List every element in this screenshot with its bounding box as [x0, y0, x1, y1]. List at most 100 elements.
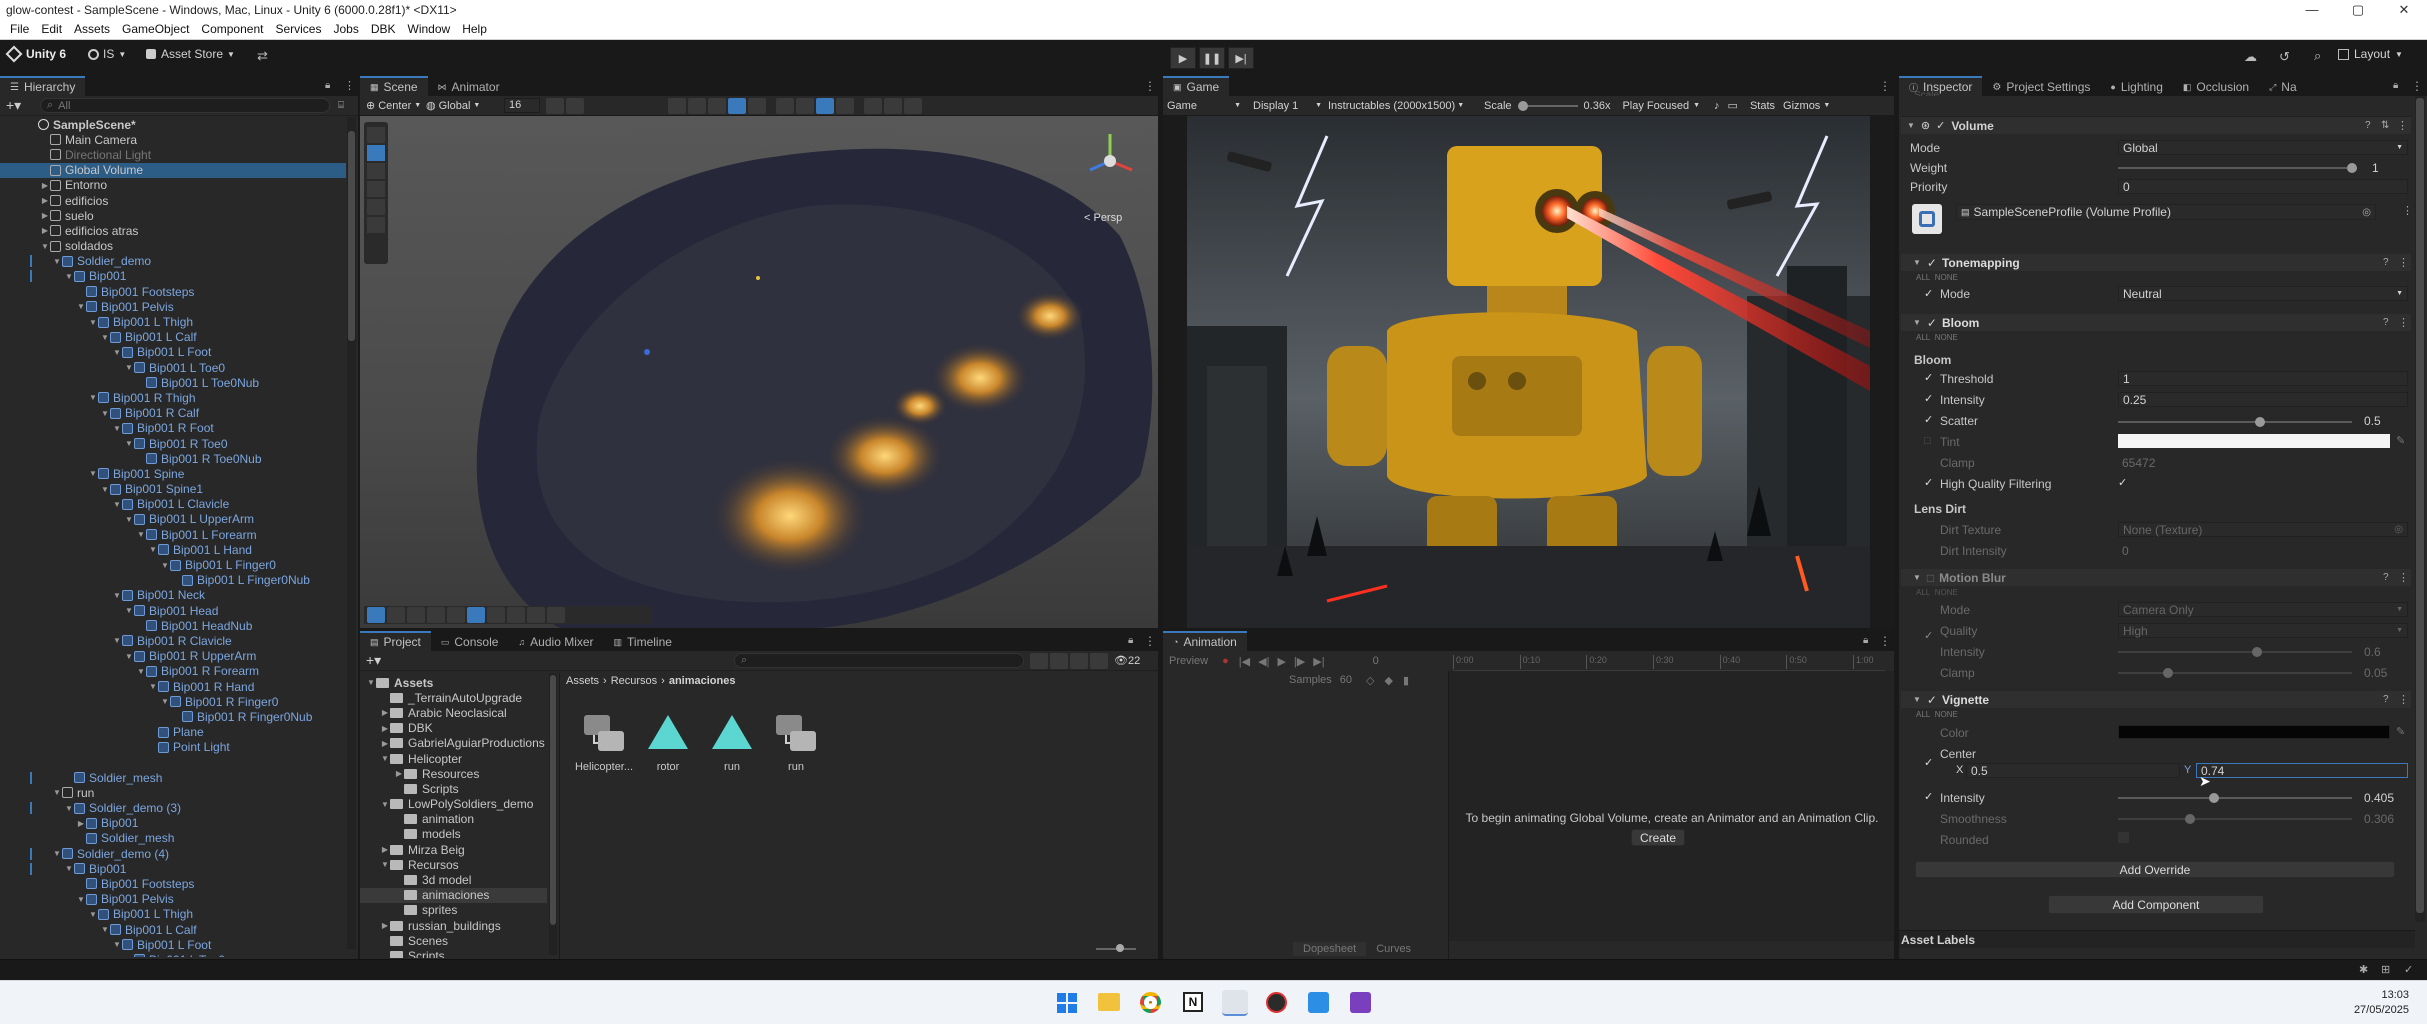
- overlay-tool-3-icon[interactable]: [407, 607, 425, 623]
- asset-run-clip[interactable]: run: [702, 709, 762, 773]
- breadcrumb-recursos[interactable]: Recursos: [611, 675, 657, 687]
- hierarchy-item[interactable]: ▼ soldados: [0, 239, 346, 254]
- project-folder-item[interactable]: Scripts: [360, 948, 547, 958]
- overlay-tool-5-icon[interactable]: [447, 607, 465, 623]
- project-folder-item[interactable]: animaciones: [360, 887, 547, 903]
- project-folder-item[interactable]: sprites: [360, 903, 547, 918]
- asset-run-controller[interactable]: run: [766, 709, 826, 773]
- overlay-tool-2-icon[interactable]: [387, 607, 405, 623]
- scene-orientation-gizmo[interactable]: [1080, 126, 1140, 196]
- hierarchy-search-input[interactable]: ⌕ All: [40, 98, 330, 113]
- tab-animation[interactable]: ◔ Animation: [1163, 631, 1247, 651]
- rect-tool-icon[interactable]: [367, 199, 385, 215]
- gizmos-icon[interactable]: [884, 97, 902, 114]
- add-override-button[interactable]: Add Override: [1915, 861, 2395, 878]
- gizmos-dropdown[interactable]: Gizmos ▼: [1783, 100, 1830, 112]
- hierarchy-item[interactable]: Bip001 R Toe0Nub: [0, 451, 346, 466]
- collapse-triangle-icon[interactable]: ▶: [40, 211, 50, 220]
- vsync-icon[interactable]: ▭: [1728, 99, 1738, 112]
- collapse-triangle-icon[interactable]: ▶: [76, 819, 86, 828]
- version-control-icon[interactable]: ⇄: [257, 48, 268, 64]
- hierarchy-item[interactable]: Plane: [0, 725, 346, 740]
- motion-clamp-knob[interactable]: [2162, 668, 2173, 678]
- pause-button[interactable]: ❚❚: [1199, 47, 1225, 69]
- project-folder-item[interactable]: ▼ LowPolySoldiers_demo: [360, 797, 547, 812]
- overlay-tool-1-icon[interactable]: [367, 607, 385, 623]
- expand-triangle-icon[interactable]: ▼: [136, 530, 146, 539]
- collapse-triangle-icon[interactable]: ▼: [1913, 318, 1921, 327]
- expand-triangle-icon[interactable]: ▶: [380, 845, 390, 854]
- kebab-menu-icon[interactable]: ⋮: [1879, 79, 1891, 93]
- expand-triangle-icon[interactable]: ▼: [64, 864, 74, 873]
- project-search-input[interactable]: ⌕: [734, 653, 1024, 668]
- menu-edit[interactable]: Edit: [35, 22, 68, 36]
- inspector-scrollbar[interactable]: [2415, 96, 2425, 922]
- account-dropdown[interactable]: IS ▼: [88, 47, 126, 61]
- menu-jobs[interactable]: Jobs: [327, 22, 364, 36]
- hierarchy-item[interactable]: ▼ Bip001 Pelvis: [0, 892, 346, 907]
- expand-triangle-icon[interactable]: ▼: [380, 860, 390, 869]
- scene-viewport[interactable]: < Persp: [360, 116, 1158, 628]
- hierarchy-item[interactable]: Bip001 R Finger0Nub: [0, 709, 346, 724]
- visibility-icon[interactable]: [836, 97, 854, 114]
- 2d-toggle-icon[interactable]: [776, 97, 794, 114]
- expand-triangle-icon[interactable]: ▼: [76, 895, 86, 904]
- file-explorer-icon[interactable]: [1098, 993, 1120, 1011]
- expand-triangle-icon[interactable]: ▼: [124, 606, 134, 615]
- prev-key-icon[interactable]: ◀|: [1258, 655, 1269, 668]
- hierarchy-item[interactable]: ▼ Bip001 L Foot: [0, 937, 346, 952]
- help-icon[interactable]: ?: [2383, 257, 2389, 268]
- tonemapping-enabled-checkbox[interactable]: ✓: [1927, 256, 1937, 270]
- chrome-icon[interactable]: [1140, 992, 1161, 1013]
- project-folder-item[interactable]: ▶ russian_buildings: [360, 918, 547, 933]
- all-toggle[interactable]: ALL: [1916, 273, 1930, 282]
- expand-triangle-icon[interactable]: ▼: [88, 910, 98, 919]
- camera-settings-icon[interactable]: [864, 97, 882, 114]
- add-event-icon[interactable]: ◆: [1385, 674, 1393, 687]
- expand-triangle-icon[interactable]: ▼: [124, 439, 134, 448]
- perspective-label[interactable]: < Persp: [1084, 212, 1122, 224]
- hierarchy-item[interactable]: ▶ edificios atras: [0, 223, 346, 238]
- hierarchy-item[interactable]: Bip001 L Toe0Nub: [0, 375, 346, 390]
- mute-audio-icon[interactable]: ♪: [1714, 100, 1720, 112]
- clock-time[interactable]: 13:03: [2369, 989, 2409, 1001]
- tab-console[interactable]: ▭ Console: [430, 631, 509, 651]
- samples-field[interactable]: 60: [1340, 674, 1352, 686]
- hierarchy-item[interactable]: ▼ Bip001 Spine: [0, 466, 346, 481]
- tint-color-swatch[interactable]: [2118, 434, 2390, 448]
- threshold-override-checkbox[interactable]: ✓: [1924, 373, 1935, 384]
- expand-triangle-icon[interactable]: ▼: [100, 333, 110, 342]
- expand-triangle-icon[interactable]: ▼: [100, 409, 110, 418]
- asset-rotor-clip[interactable]: rotor: [638, 709, 698, 773]
- layout-dropdown[interactable]: Layout ▼: [2338, 47, 2403, 61]
- hierarchy-item[interactable]: ▼ Bip001 R Thigh: [0, 390, 346, 405]
- tab-lighting[interactable]: ● Lighting: [2100, 76, 2173, 96]
- hierarchy-item[interactable]: Bip001 Footsteps: [0, 284, 346, 299]
- search-icon[interactable]: ⌕: [2314, 48, 2321, 64]
- unity-hub-icon[interactable]: [1222, 990, 1248, 1016]
- asset-helicopter-controller[interactable]: Helicopter...: [574, 709, 634, 773]
- lock-icon[interactable]: 🔒︎: [325, 80, 330, 91]
- hierarchy-item[interactable]: Point Light: [0, 740, 346, 755]
- motion-mode-dropdown[interactable]: Camera Only ▼: [2118, 602, 2408, 617]
- all-toggle[interactable]: ALL: [1916, 333, 1930, 342]
- rotate-tool-icon[interactable]: [367, 163, 385, 179]
- quality-override-checkbox[interactable]: ✓: [1924, 631, 1935, 642]
- shaded-icon[interactable]: [688, 97, 706, 114]
- lit-icon[interactable]: [708, 97, 726, 114]
- project-tree-scrollbar[interactable]: [549, 673, 557, 955]
- next-key-icon[interactable]: |▶: [1294, 655, 1305, 668]
- event-marker-icon[interactable]: ▮: [1403, 674, 1409, 687]
- bloom-all-none[interactable]: ALL NONE: [1916, 333, 1958, 342]
- volume-mode-dropdown[interactable]: Global ▼: [2118, 140, 2408, 155]
- menu-services[interactable]: Services: [269, 22, 327, 36]
- hierarchy-item[interactable]: ▶ Bip001: [0, 816, 346, 831]
- project-folder-item[interactable]: ▶ Mirza Beig: [360, 842, 547, 857]
- display-dropdown[interactable]: Display 1 ▼: [1253, 100, 1328, 112]
- expand-triangle-icon[interactable]: ▼: [52, 849, 62, 858]
- pivot-dropdown[interactable]: ⊕ Center ▼: [366, 99, 426, 113]
- scatter-slider[interactable]: [2118, 417, 2352, 427]
- expand-triangle-icon[interactable]: ▼: [112, 940, 122, 949]
- overlay-tool-6-icon[interactable]: [467, 607, 485, 623]
- hierarchy-item[interactable]: ▼ Bip001: [0, 861, 346, 876]
